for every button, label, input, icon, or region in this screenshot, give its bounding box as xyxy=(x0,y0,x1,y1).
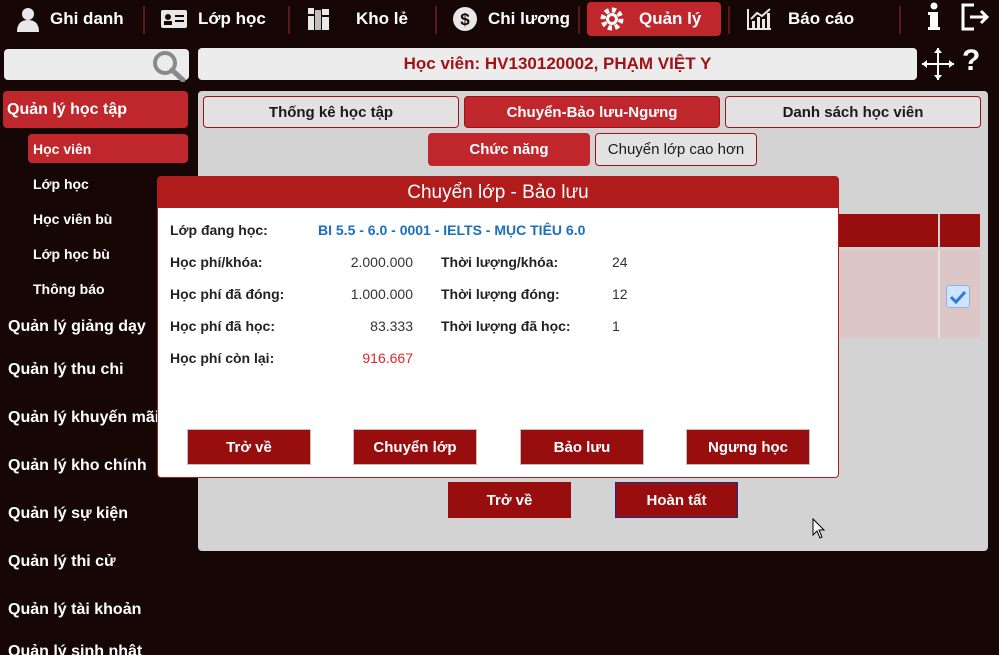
nav-divider xyxy=(728,6,730,34)
back-button[interactable]: Trở về xyxy=(448,482,571,518)
nav-divider xyxy=(578,6,580,34)
mouse-cursor-icon xyxy=(812,517,826,545)
fee-paid-value: 1.000.000 xyxy=(350,286,413,302)
duration-paid-value: 12 xyxy=(612,286,628,302)
chart-icon xyxy=(746,7,772,31)
nav-label: Lớp học xyxy=(198,9,266,28)
row-checkbox[interactable] xyxy=(946,285,970,308)
fee-studied-label: Học phí đã học: xyxy=(170,318,275,334)
gear-icon xyxy=(599,6,625,32)
info-icon xyxy=(926,2,942,37)
subtab-chuyen-lop-cao-hon[interactable]: Chuyển lớp cao hơn xyxy=(595,133,757,166)
check-icon xyxy=(950,290,966,304)
nav-divider xyxy=(143,6,145,34)
tab-chuyen-bao-luu-ngung[interactable]: Chuyển-Bảo lưu-Ngưng xyxy=(464,96,720,128)
nav-item-quan-ly[interactable]: Quản lý xyxy=(587,2,721,36)
dollar-icon: $ xyxy=(452,6,478,32)
nav-label: Báo cáo xyxy=(788,9,855,28)
tab-thong-ke-hoc-tap[interactable]: Thống kê học tập xyxy=(203,96,459,128)
table-row-divider xyxy=(938,250,940,338)
table-header-divider xyxy=(938,214,940,247)
dialog-title: Chuyển lớp - Bảo lưu xyxy=(158,177,838,208)
duration-per-course-label: Thời lượng/khóa: xyxy=(441,254,559,270)
fee-remaining-label: Học phí còn lại: xyxy=(170,350,275,366)
nav-item-kho-le[interactable]: Kho lẻ xyxy=(306,2,408,36)
sidebar-section-quan-ly-hoc-tap[interactable]: Quản lý học tập xyxy=(3,91,188,128)
reserve-button[interactable]: Bảo lưu xyxy=(520,429,644,465)
nav-label: Quản lý xyxy=(639,9,702,28)
fee-paid-label: Học phí đã đóng: xyxy=(170,286,285,302)
move-icon[interactable] xyxy=(920,46,956,87)
sidebar-section-su-kien[interactable]: Quản lý sự kiện xyxy=(8,505,128,523)
nav-divider xyxy=(288,6,290,34)
books-icon xyxy=(306,6,332,32)
duration-studied-value: 1 xyxy=(612,318,620,334)
fee-per-course-value: 2.000.000 xyxy=(350,254,413,270)
sidebar-section-kho-chinh[interactable]: Quản lý kho chính xyxy=(8,457,147,475)
subtab-chuc-nang[interactable]: Chức năng xyxy=(428,133,590,166)
transfer-reserve-dialog: Chuyển lớp - Bảo lưu Lớp đang học: BI 5.… xyxy=(157,176,839,478)
done-button[interactable]: Hoàn tất xyxy=(615,482,738,518)
nav-label: Chi lương xyxy=(488,9,570,28)
nav-divider xyxy=(899,6,901,34)
nav-label: Kho lẻ xyxy=(356,9,408,28)
nav-item-ghi-danh[interactable]: Ghi danh xyxy=(16,2,124,36)
fee-remaining-value: 916.667 xyxy=(362,350,413,366)
tab-danh-sach-hoc-vien[interactable]: Danh sách học viên xyxy=(725,96,981,128)
fee-studied-value: 83.333 xyxy=(370,318,413,334)
duration-per-course-value: 24 xyxy=(612,254,628,270)
sidebar-section-tai-khoan[interactable]: Quản lý tài khoản xyxy=(8,601,141,619)
fee-per-course-label: Học phí/khóa: xyxy=(170,254,263,270)
info-button[interactable] xyxy=(926,2,942,36)
nav-item-chi-luong[interactable]: $ Chi lương xyxy=(452,2,570,36)
current-class-label: Lớp đang học: xyxy=(170,222,268,238)
stop-study-button[interactable]: Ngưng học xyxy=(686,429,810,465)
nav-item-lop-hoc[interactable]: Lớp học xyxy=(160,2,266,36)
svg-text:$: $ xyxy=(460,10,470,29)
dialog-back-button[interactable]: Trở về xyxy=(187,429,311,465)
user-icon xyxy=(16,6,40,32)
student-title: Học viên: HV130120002, PHẠM VIỆT Y xyxy=(198,48,917,80)
nav-item-bao-cao[interactable]: Báo cáo xyxy=(746,2,854,36)
sidebar-item-hoc-vien[interactable]: Học viên xyxy=(28,134,188,163)
duration-studied-label: Thời lượng đã học: xyxy=(441,318,571,334)
logout-icon xyxy=(960,2,990,37)
nav-divider xyxy=(435,6,437,34)
sidebar-section-giang-day[interactable]: Quản lý giảng dạy xyxy=(8,318,146,336)
transfer-class-button[interactable]: Chuyển lớp xyxy=(353,429,477,465)
sidebar-section-thu-chi[interactable]: Quản lý thu chi xyxy=(8,361,124,379)
logout-button[interactable] xyxy=(960,2,990,36)
nav-label: Ghi danh xyxy=(50,9,124,28)
help-icon[interactable]: ? xyxy=(962,44,980,78)
sidebar-section-thi-cu[interactable]: Quản lý thi cử xyxy=(8,553,116,571)
id-card-icon xyxy=(160,9,188,29)
duration-paid-label: Thời lượng đóng: xyxy=(441,286,560,302)
sidebar-section-khuyen-mai[interactable]: Quản lý khuyến mãi xyxy=(8,409,159,427)
top-navigation-bar: Ghi danh Lớp học Kho lẻ $ Chi lương Quản… xyxy=(0,0,999,40)
sidebar-section-sinh-nhat[interactable]: Quản lý sinh nhật xyxy=(8,643,142,655)
current-class-value: BI 5.5 - 6.0 - 0001 - IELTS - MỤC TIÊU 6… xyxy=(318,222,586,238)
search-icon[interactable] xyxy=(152,50,186,87)
